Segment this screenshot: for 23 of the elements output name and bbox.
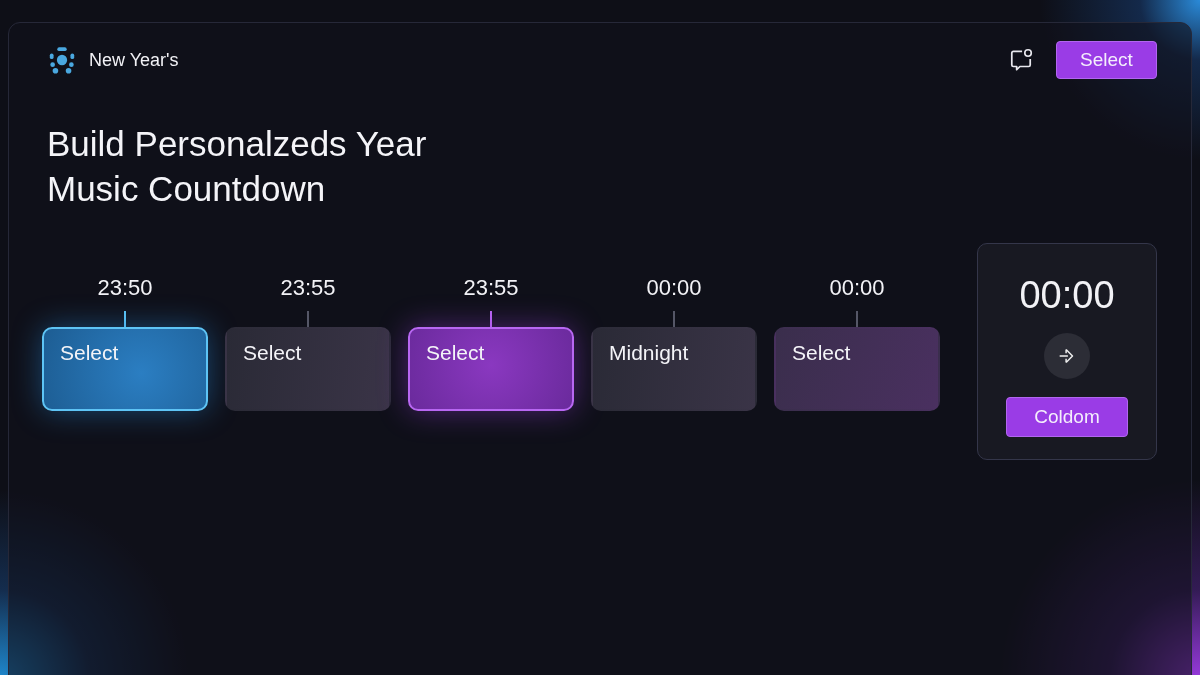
page-title: Build Personalzeds Year Music Countdown — [47, 123, 428, 210]
time-label: 23:55 — [280, 275, 336, 302]
select-button[interactable]: Select — [1056, 41, 1157, 79]
arrow-button[interactable] — [1044, 333, 1090, 379]
connector-line — [856, 311, 858, 327]
countdown-time: 00:00 — [1019, 274, 1115, 317]
connector-line — [307, 311, 309, 327]
notification-icon[interactable] — [1008, 47, 1034, 73]
app-name: New Year's — [89, 49, 179, 71]
time-label: 00:00 — [829, 275, 885, 302]
time-label: 23:55 — [463, 275, 519, 302]
logo-icon — [47, 45, 77, 75]
timeline-slot[interactable]: Select — [774, 327, 940, 411]
timeline-slot[interactable]: Select — [225, 327, 391, 411]
timeline-slot[interactable]: Midnight — [591, 327, 757, 411]
timeline-slot[interactable]: Select — [42, 327, 208, 411]
connector-line — [673, 311, 675, 327]
timeline-slot[interactable]: Select — [408, 327, 574, 411]
coldom-button[interactable]: Coldom — [1006, 397, 1128, 437]
time-label: 23:50 — [97, 275, 153, 302]
connector-line — [490, 311, 492, 327]
connector-line — [124, 311, 126, 327]
time-label: 00:00 — [646, 275, 702, 302]
